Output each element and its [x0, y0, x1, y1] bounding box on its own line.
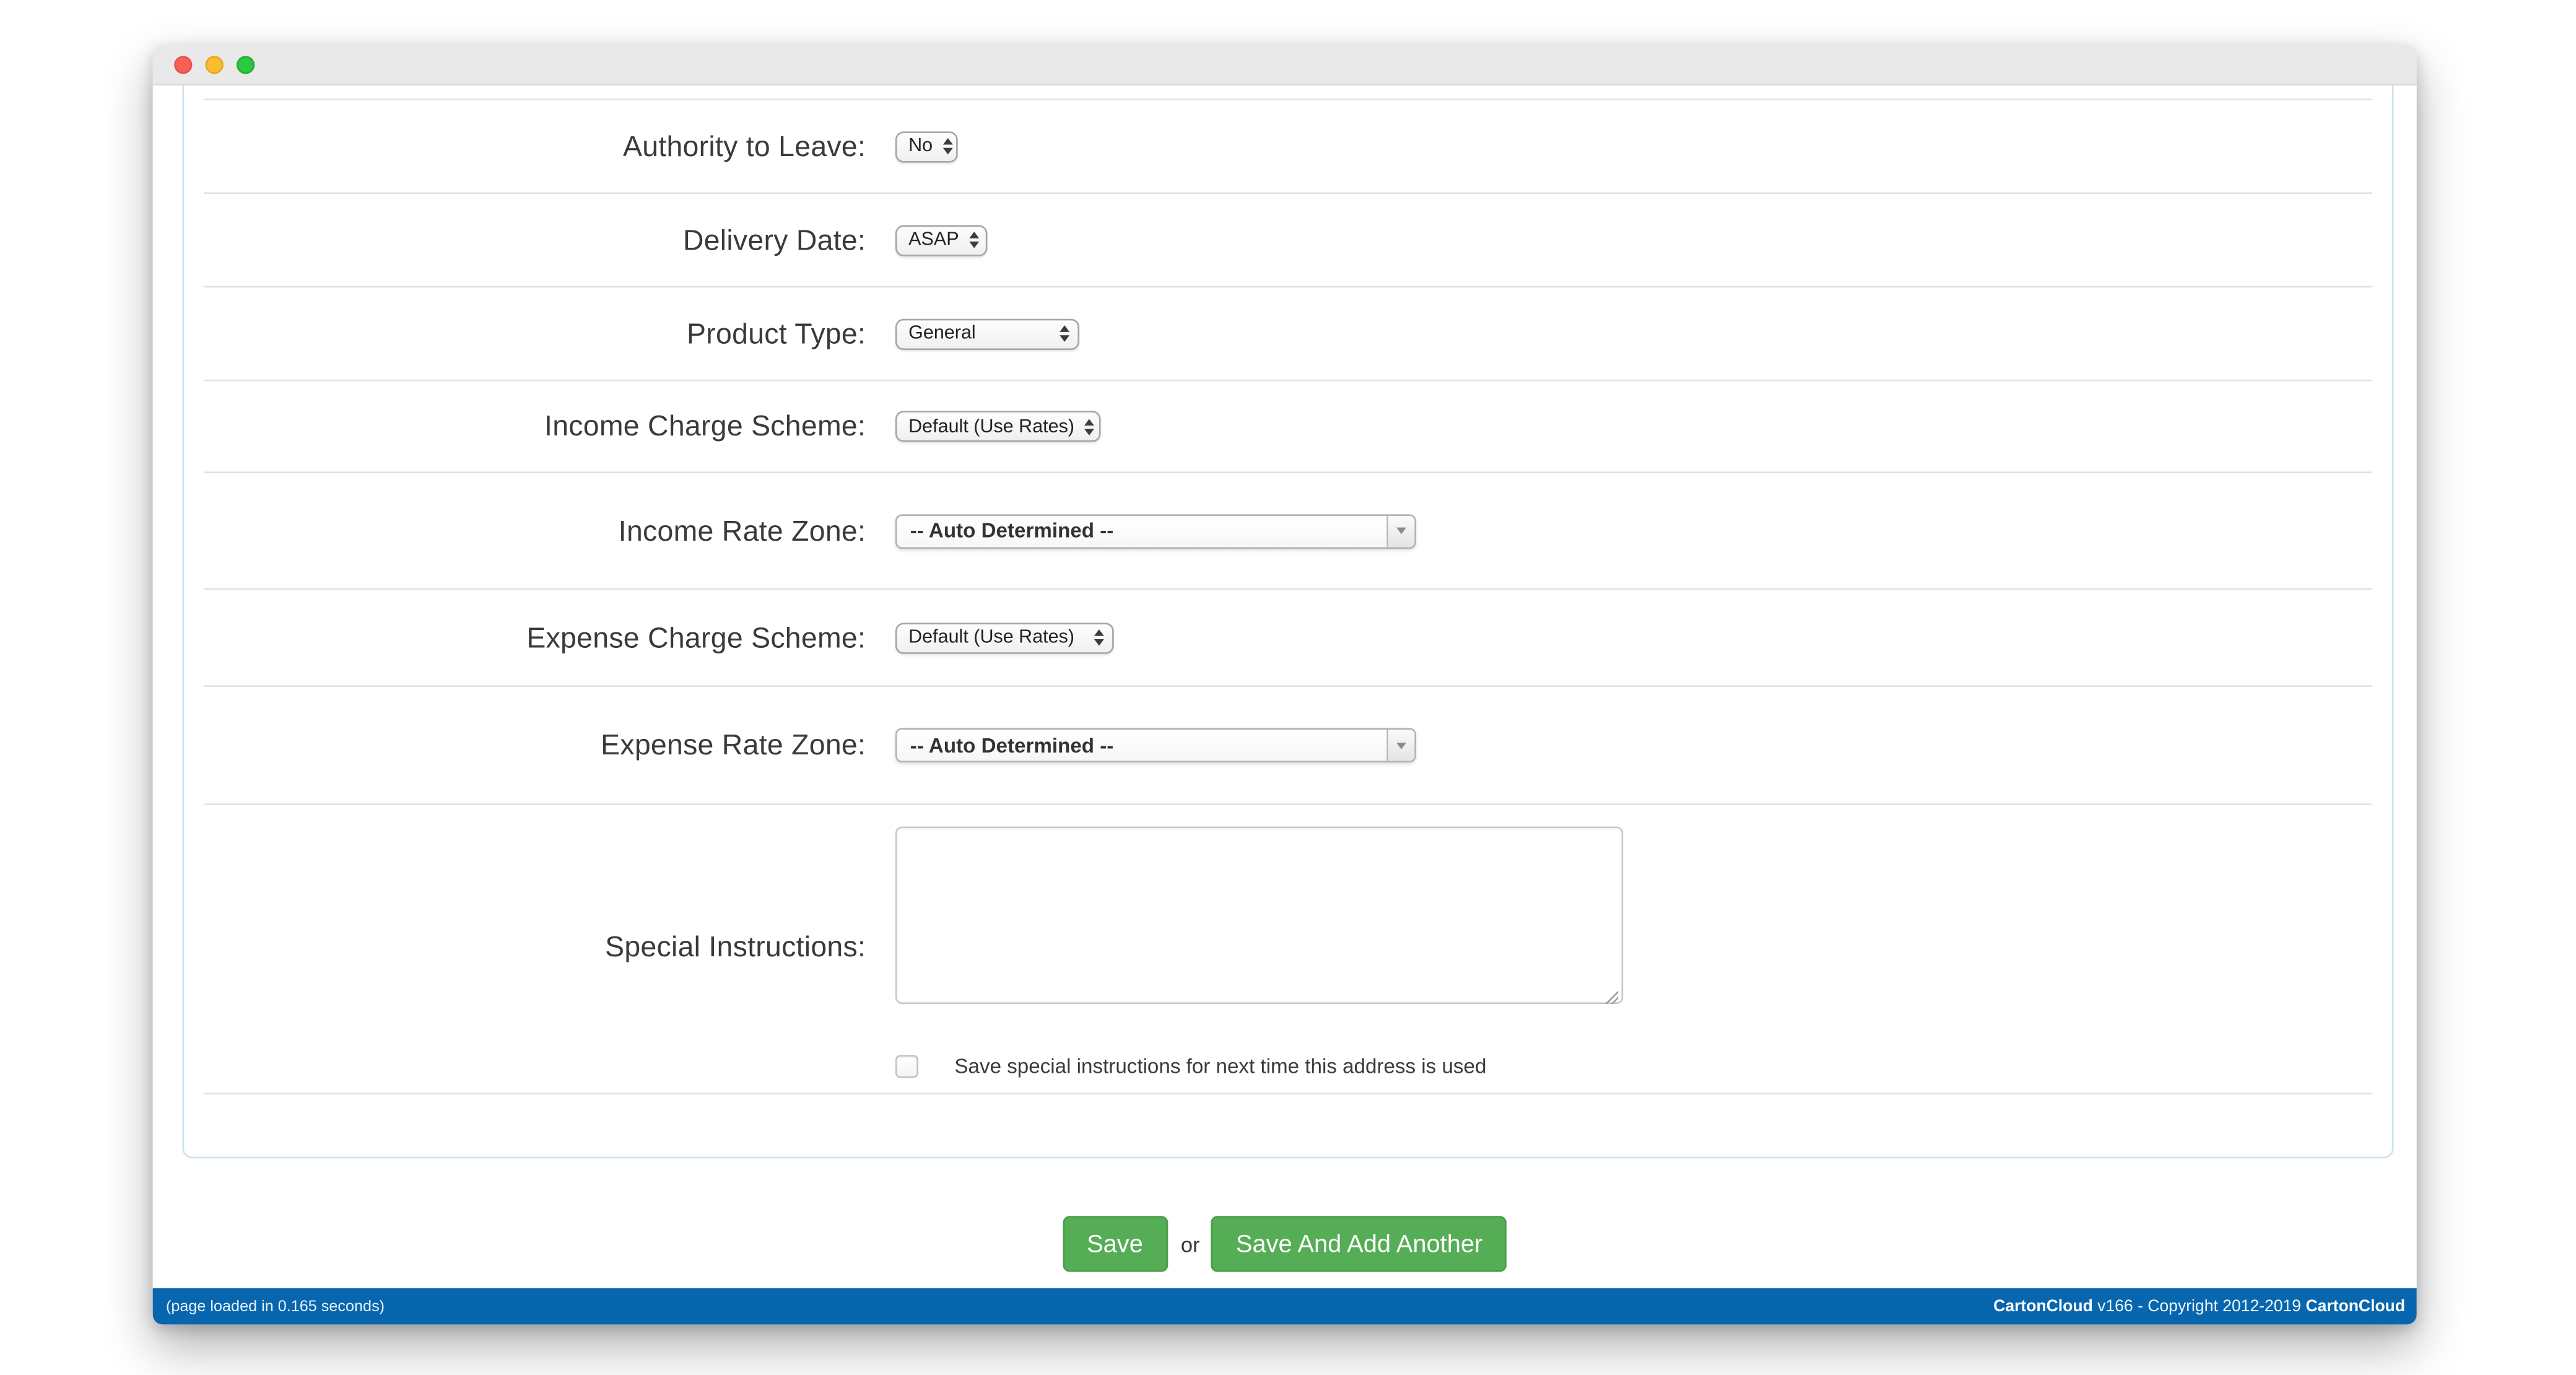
- income-charge-scheme-select[interactable]: Default (Use Rates): [895, 411, 1101, 442]
- authority-to-leave-value: No: [908, 137, 933, 157]
- income-charge-scheme-value: Default (Use Rates): [908, 417, 1074, 437]
- income-rate-zone-dropdown[interactable]: -- Auto Determined --: [895, 513, 1416, 548]
- window-titlebar: [153, 45, 2417, 85]
- minimize-button[interactable]: [206, 55, 224, 73]
- form-row-authority-to-leave: Authority to Leave: No: [204, 98, 2372, 192]
- page-load-time: (page loaded in 0.165 seconds): [166, 1298, 385, 1316]
- panel-bottom-spacer: [204, 1093, 2372, 1158]
- footer-bar: (page loaded in 0.165 seconds) CartonClo…: [153, 1288, 2417, 1324]
- delivery-date-value: ASAP: [908, 230, 959, 250]
- expense-charge-scheme-select[interactable]: Default (Use Rates): [895, 622, 1114, 653]
- special-instructions-textarea[interactable]: [895, 826, 1623, 1004]
- copyright-text: CartonCloud v166 - Copyright 2012-2019 C…: [1993, 1298, 2405, 1316]
- save-instructions-checkbox[interactable]: [895, 1055, 918, 1078]
- zoom-button[interactable]: [237, 55, 255, 73]
- save-and-add-another-button[interactable]: Save And Add Another: [1211, 1216, 1507, 1272]
- expense-rate-zone-dropdown[interactable]: -- Auto Determined --: [895, 728, 1416, 762]
- product-type-label: Product Type:: [204, 316, 866, 351]
- product-type-select[interactable]: General: [895, 318, 1079, 349]
- panel-top-spacer: [204, 85, 2372, 98]
- income-rate-zone-label: Income Rate Zone:: [204, 513, 866, 548]
- form-row-special-instructions: Special Instructions: Save special instr…: [204, 803, 2372, 1093]
- income-charge-scheme-label: Income Charge Scheme:: [204, 409, 866, 444]
- delivery-date-select[interactable]: ASAP: [895, 225, 988, 256]
- up-down-arrows-icon: [1084, 419, 1094, 435]
- form-row-income-rate-zone: Income Rate Zone: -- Auto Determined --: [204, 471, 2372, 588]
- chevron-down-icon: [1386, 515, 1414, 546]
- up-down-arrows-icon: [1094, 630, 1104, 647]
- expense-charge-scheme-value: Default (Use Rates): [908, 628, 1074, 648]
- form-row-delivery-date: Delivery Date: ASAP: [204, 192, 2372, 286]
- or-separator: or: [1181, 1231, 1200, 1256]
- form-row-expense-charge-scheme: Expense Charge Scheme: Default (Use Rate…: [204, 588, 2372, 686]
- version-copyright: v166 - Copyright 2012-2019: [2093, 1298, 2306, 1316]
- income-rate-zone-value: -- Auto Determined --: [897, 515, 1387, 546]
- form-panel: Authority to Leave: No Delivery Date: AS…: [182, 85, 2393, 1158]
- expense-rate-zone-value: -- Auto Determined --: [897, 730, 1387, 761]
- brand-name: CartonCloud: [2305, 1298, 2405, 1316]
- up-down-arrows-icon: [942, 139, 952, 155]
- delivery-date-label: Delivery Date:: [204, 222, 866, 257]
- up-down-arrows-icon: [1060, 326, 1069, 343]
- expense-charge-scheme-label: Expense Charge Scheme:: [204, 621, 866, 655]
- product-type-value: General: [908, 324, 976, 344]
- resize-handle-icon[interactable]: [1603, 989, 1618, 1004]
- form-row-expense-rate-zone: Expense Rate Zone: -- Auto Determined --: [204, 685, 2372, 803]
- authority-to-leave-select[interactable]: No: [895, 131, 958, 162]
- special-instructions-label: Special Instructions:: [204, 805, 866, 964]
- save-button[interactable]: Save: [1062, 1216, 1167, 1272]
- close-button[interactable]: [174, 55, 192, 73]
- authority-to-leave-label: Authority to Leave:: [204, 129, 866, 164]
- chevron-down-icon: [1386, 730, 1414, 761]
- save-instructions-checkbox-label[interactable]: Save special instructions for next time …: [954, 1055, 1486, 1078]
- brand-name: CartonCloud: [1993, 1298, 2093, 1316]
- form-row-product-type: Product Type: General: [204, 286, 2372, 380]
- screen: Authority to Leave: No Delivery Date: AS…: [0, 0, 2576, 1375]
- up-down-arrows-icon: [968, 232, 978, 249]
- browser-window: Authority to Leave: No Delivery Date: AS…: [153, 45, 2417, 1325]
- page-content: Authority to Leave: No Delivery Date: AS…: [153, 85, 2417, 1288]
- form-row-income-charge-scheme: Income Charge Scheme: Default (Use Rates…: [204, 380, 2372, 472]
- form-actions: Save or Save And Add Another: [153, 1216, 2417, 1272]
- expense-rate-zone-label: Expense Rate Zone:: [204, 728, 866, 762]
